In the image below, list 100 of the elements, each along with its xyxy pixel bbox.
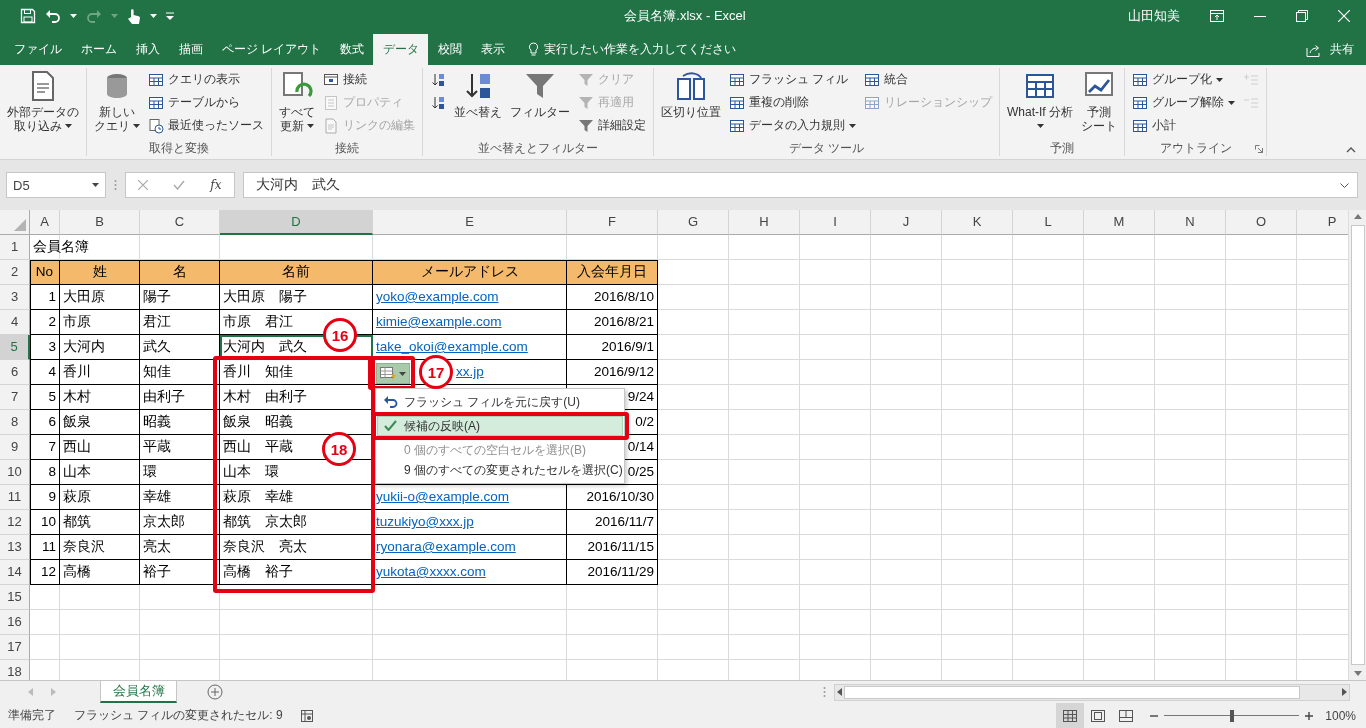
ribbon-tab[interactable]: ホーム — [71, 34, 126, 65]
row-header[interactable]: 10 — [0, 460, 30, 485]
add-sheet-icon[interactable] — [207, 684, 223, 700]
customize-toolbar-icon[interactable] — [166, 12, 174, 20]
column-header[interactable]: J — [871, 210, 942, 235]
row-header[interactable]: 11 — [0, 485, 30, 510]
ribbon-tab[interactable]: 数式 — [330, 34, 374, 65]
dialog-launcher-icon[interactable] — [1255, 145, 1263, 153]
email-link[interactable]: tuzukiyo@xxx.jp — [373, 510, 567, 535]
row-header[interactable]: 5 — [0, 335, 30, 360]
row-header[interactable]: 2 — [0, 260, 30, 285]
zoom-in-icon[interactable] — [1305, 711, 1314, 720]
vertical-scrollbar[interactable] — [1348, 210, 1366, 680]
insert-function-button[interactable]: fx — [210, 178, 222, 192]
row-header[interactable]: 16 — [0, 610, 30, 635]
ribbon-button[interactable]: 予測 シート — [1078, 68, 1120, 135]
ribbon-button[interactable]: グループ化 — [1129, 68, 1238, 91]
table-cell: 大河内 — [60, 335, 140, 360]
column-header[interactable]: P — [1297, 210, 1348, 235]
name-box[interactable]: D5 — [6, 172, 106, 198]
email-link[interactable]: xx.jp — [456, 364, 484, 379]
row-header[interactable]: 3 — [0, 285, 30, 310]
column-header[interactable]: A — [30, 210, 60, 235]
row-header[interactable]: 17 — [0, 635, 30, 660]
column-header[interactable]: L — [1013, 210, 1084, 235]
expand-icon[interactable] — [1340, 182, 1349, 188]
restore-icon[interactable] — [1296, 10, 1308, 22]
undo-icon[interactable] — [45, 8, 61, 24]
ribbon-tab[interactable]: 校閲 — [428, 34, 472, 65]
row-header[interactable]: 6 — [0, 360, 30, 385]
ribbon-button[interactable]: データの入力規則 — [726, 114, 859, 137]
flash-fill-options-button[interactable] — [376, 363, 410, 384]
ribbon-button[interactable]: 重複の削除 — [726, 91, 859, 114]
column-header[interactable]: E — [373, 210, 567, 235]
enter-check-icon[interactable] — [173, 180, 186, 190]
save-icon[interactable] — [20, 8, 36, 24]
ribbon-button[interactable]: すべて 更新 — [276, 68, 318, 135]
row-header[interactable]: 15 — [0, 585, 30, 610]
column-header[interactable]: H — [729, 210, 800, 235]
ribbon-button[interactable]: 最近使ったソース — [145, 114, 267, 137]
email-link[interactable]: ryonara@example.com — [373, 535, 567, 560]
ribbon-button[interactable]: フィルター — [507, 68, 573, 121]
column-header[interactable]: M — [1084, 210, 1155, 235]
column-header[interactable]: K — [942, 210, 1013, 235]
column-header[interactable]: C — [140, 210, 220, 235]
ribbon-button[interactable]: 詳細設定 — [575, 114, 649, 137]
ribbon-button[interactable]: 新しい クエリ — [91, 68, 143, 135]
email-link[interactable]: yukii-o@example.com — [373, 485, 567, 510]
view-button[interactable] — [1056, 703, 1085, 728]
ribbon-button[interactable]: 統合 — [861, 68, 995, 91]
tell-me-search[interactable]: 実行したい作業を入力してください — [528, 34, 737, 65]
email-link[interactable]: kimie@example.com — [373, 310, 567, 335]
row-header[interactable]: 18 — [0, 660, 30, 680]
row-header[interactable]: 1 — [0, 235, 30, 260]
column-header[interactable]: G — [658, 210, 729, 235]
ribbon-tab[interactable]: 挿入 — [126, 34, 169, 65]
menu-item[interactable]: 候補の反映(A) — [377, 416, 623, 436]
ribbon-tab[interactable]: ファイル — [4, 34, 71, 65]
column-header[interactable]: O — [1226, 210, 1297, 235]
row-header[interactable]: 4 — [0, 310, 30, 335]
status-message: フラッシュ フィルの変更されたセル: 9 — [74, 707, 283, 724]
ribbon-display-icon[interactable] — [1210, 10, 1224, 22]
caret-down-icon[interactable] — [70, 14, 77, 18]
hand-pointer-icon[interactable] — [127, 7, 141, 25]
row-header[interactable]: 14 — [0, 560, 30, 585]
collapse-ribbon-icon[interactable] — [1346, 147, 1356, 153]
share-button[interactable]: 共有 — [1294, 34, 1366, 65]
caret-down-icon[interactable] — [150, 14, 157, 18]
ribbon-button[interactable]: クエリの表示 — [145, 68, 267, 91]
ribbon-button[interactable]: 区切り位置 — [658, 68, 724, 121]
column-header[interactable]: D — [220, 210, 373, 235]
macro-record-icon[interactable] — [300, 709, 313, 722]
ribbon-button[interactable]: グループ解除 — [1129, 91, 1238, 114]
ribbon-tab[interactable]: データ — [373, 34, 429, 65]
row-header[interactable]: 7 — [0, 385, 30, 410]
sheet-tab[interactable]: 会員名簿 — [100, 681, 177, 703]
slider-thumb[interactable] — [1229, 709, 1234, 722]
ribbon-button[interactable]: 小計 — [1129, 114, 1238, 137]
ribbon-button[interactable]: フラッシュ フィル — [726, 68, 859, 91]
column-header[interactable]: N — [1155, 210, 1226, 235]
formula-input[interactable]: 大河内 武久 — [243, 172, 1358, 198]
close-icon[interactable] — [1338, 10, 1350, 22]
ribbon-tab[interactable]: 描画 — [169, 34, 212, 65]
ribbon-button[interactable]: What-If 分析 — [1004, 68, 1076, 135]
ribbon-button[interactable]: テーブルから — [145, 91, 267, 114]
row-header[interactable]: 13 — [0, 535, 30, 560]
row-header[interactable]: 12 — [0, 510, 30, 535]
row-header[interactable]: 8 — [0, 410, 30, 435]
ribbon-tab[interactable]: 表示 — [471, 34, 515, 65]
ribbon-button[interactable]: 並べ替え — [451, 68, 505, 121]
row-header[interactable]: 9 — [0, 435, 30, 460]
column-header[interactable]: I — [800, 210, 871, 235]
column-header[interactable]: F — [567, 210, 658, 235]
ribbon-button[interactable]: 接続 — [320, 68, 418, 91]
ribbon-tab[interactable]: ページ レイアウト — [212, 34, 331, 65]
horizontal-scrollbar[interactable] — [834, 683, 1350, 701]
column-header[interactable]: B — [60, 210, 140, 235]
email-link[interactable]: yoko@example.com — [373, 285, 567, 310]
ribbon-button[interactable]: 外部データの 取り込み — [4, 68, 82, 135]
email-link[interactable]: yukota@xxxx.com — [373, 560, 567, 585]
